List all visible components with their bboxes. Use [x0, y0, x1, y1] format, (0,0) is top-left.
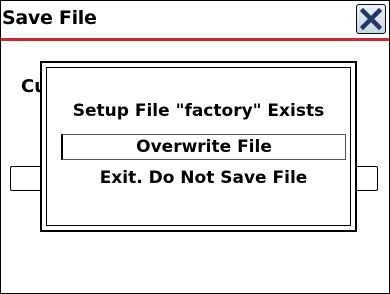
- title-bar: Save File: [1, 1, 389, 38]
- save-file-window: Save File Cu Setup File "factory" Exists…: [0, 0, 390, 294]
- exit-no-save-option[interactable]: Exit. Do Not Save File: [61, 166, 346, 192]
- dialog-frame: Setup File "factory" Exists Overwrite Fi…: [46, 67, 351, 226]
- window-title: Save File: [2, 7, 97, 29]
- overwrite-file-option[interactable]: Overwrite File: [61, 134, 346, 160]
- title-divider: [1, 38, 389, 41]
- close-button[interactable]: [356, 4, 386, 34]
- close-x-icon: [360, 8, 382, 30]
- file-exists-dialog: Setup File "factory" Exists Overwrite Fi…: [40, 61, 357, 232]
- dialog-message: Setup File "factory" Exists: [72, 101, 325, 121]
